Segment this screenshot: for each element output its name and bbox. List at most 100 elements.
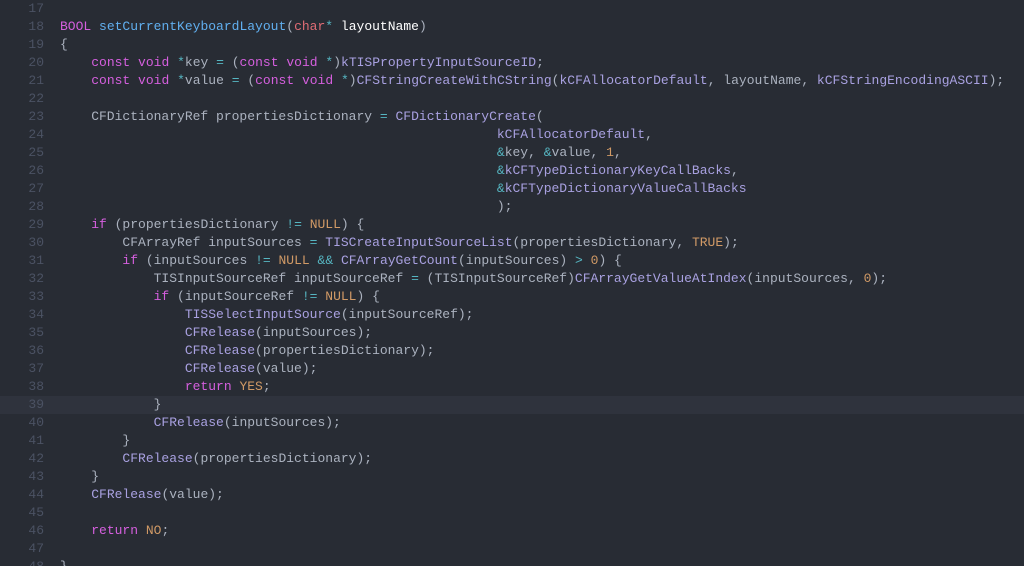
code-line[interactable]: 23 CFDictionaryRef propertiesDictionary … xyxy=(0,108,1024,126)
line-number: 20 xyxy=(0,54,60,72)
token-ident: (inputSources, xyxy=(747,271,864,286)
code-content[interactable]: return YES; xyxy=(60,378,1024,396)
code-line[interactable]: 45 xyxy=(0,504,1024,522)
code-content[interactable]: &kCFTypeDictionaryKeyCallBacks, xyxy=(60,162,1024,180)
code-content[interactable]: ); xyxy=(60,198,1024,216)
code-line[interactable]: 37 CFRelease(value); xyxy=(0,360,1024,378)
token-const: NULL xyxy=(325,289,356,304)
token-ident: (value); xyxy=(161,487,223,502)
token-const: NULL xyxy=(278,253,309,268)
code-line[interactable]: 35 CFRelease(inputSources); xyxy=(0,324,1024,342)
token-punc: } xyxy=(60,433,130,448)
code-content[interactable] xyxy=(60,504,1024,522)
code-content[interactable]: TISSelectInputSource(inputSourceRef); xyxy=(60,306,1024,324)
code-line[interactable]: 40 CFRelease(inputSources); xyxy=(0,414,1024,432)
token-macro: kTISPropertyInputSourceID xyxy=(341,55,536,70)
code-content[interactable]: TISInputSourceRef inputSourceRef = (TISI… xyxy=(60,270,1024,288)
token-punc: , xyxy=(731,163,739,178)
code-content[interactable]: &kCFTypeDictionaryValueCallBacks xyxy=(60,180,1024,198)
code-content[interactable]: if (inputSources != NULL && CFArrayGetCo… xyxy=(60,252,1024,270)
code-content[interactable]: } xyxy=(60,396,1024,414)
token-punc: } xyxy=(60,469,99,484)
token-call: CFRelease xyxy=(185,343,255,358)
token-func: setCurrentKeyboardLayout xyxy=(99,19,286,34)
code-line[interactable]: 36 CFRelease(propertiesDictionary); xyxy=(0,342,1024,360)
code-line[interactable]: 47 xyxy=(0,540,1024,558)
code-content[interactable]: BOOL setCurrentKeyboardLayout(char* layo… xyxy=(60,18,1024,36)
code-line[interactable]: 27 &kCFTypeDictionaryValueCallBacks xyxy=(0,180,1024,198)
code-line[interactable]: 24 kCFAllocatorDefault, xyxy=(0,126,1024,144)
code-content[interactable]: } xyxy=(60,468,1024,486)
code-content[interactable]: CFRelease(inputSources); xyxy=(60,414,1024,432)
token-param: char xyxy=(294,19,325,34)
code-line[interactable]: 26 &kCFTypeDictionaryKeyCallBacks, xyxy=(0,162,1024,180)
token-ident: (propertiesDictionary); xyxy=(255,343,434,358)
code-content[interactable]: CFRelease(inputSources); xyxy=(60,324,1024,342)
code-line[interactable]: 22 xyxy=(0,90,1024,108)
code-content[interactable]: CFRelease(value); xyxy=(60,360,1024,378)
code-content[interactable] xyxy=(60,540,1024,558)
code-content[interactable]: CFRelease(value); xyxy=(60,486,1024,504)
token-ident: (inputSources); xyxy=(255,325,372,340)
line-number: 24 xyxy=(0,126,60,144)
code-line[interactable]: 32 TISInputSourceRef inputSourceRef = (T… xyxy=(0,270,1024,288)
token-call: CFRelease xyxy=(154,415,224,430)
code-content[interactable]: const void *value = (const void *)CFStri… xyxy=(60,72,1024,90)
code-line[interactable]: 48} xyxy=(0,558,1024,566)
code-line[interactable]: 34 TISSelectInputSource(inputSourceRef); xyxy=(0,306,1024,324)
code-content[interactable]: &key, &value, 1, xyxy=(60,144,1024,162)
code-content[interactable] xyxy=(60,0,1024,18)
code-line[interactable]: 18BOOL setCurrentKeyboardLayout(char* la… xyxy=(0,18,1024,36)
code-line[interactable]: 19{ xyxy=(0,36,1024,54)
code-line[interactable]: 43 } xyxy=(0,468,1024,486)
code-line[interactable]: 31 if (inputSources != NULL && CFArrayGe… xyxy=(0,252,1024,270)
token-const: NO xyxy=(146,523,162,538)
code-line[interactable]: 21 const void *value = (const void *)CFS… xyxy=(0,72,1024,90)
code-content[interactable]: CFRelease(propertiesDictionary); xyxy=(60,450,1024,468)
code-line[interactable]: 39 } xyxy=(0,396,1024,414)
token-kw: return xyxy=(91,523,138,538)
code-line[interactable]: 38 return YES; xyxy=(0,378,1024,396)
token-punc: ( xyxy=(536,109,544,124)
code-content[interactable]: if (inputSourceRef != NULL) { xyxy=(60,288,1024,306)
token-op: * xyxy=(177,55,185,70)
code-line[interactable]: 46 return NO; xyxy=(0,522,1024,540)
code-content[interactable] xyxy=(60,90,1024,108)
token-punc: ); xyxy=(723,235,739,250)
line-number: 28 xyxy=(0,198,60,216)
code-content[interactable]: CFArrayRef inputSources = TISCreateInput… xyxy=(60,234,1024,252)
code-content[interactable]: const void *key = (const void *)kTISProp… xyxy=(60,54,1024,72)
code-line[interactable]: 30 CFArrayRef inputSources = TISCreateIn… xyxy=(0,234,1024,252)
code-line[interactable]: 28 ); xyxy=(0,198,1024,216)
token-ident: value xyxy=(185,73,232,88)
code-line[interactable]: 41 } xyxy=(0,432,1024,450)
code-content[interactable]: } xyxy=(60,432,1024,450)
code-content[interactable]: } xyxy=(60,558,1024,566)
code-line[interactable]: 17 xyxy=(0,0,1024,18)
code-line[interactable]: 44 CFRelease(value); xyxy=(0,486,1024,504)
code-line[interactable]: 20 const void *key = (const void *)kTISP… xyxy=(0,54,1024,72)
code-line[interactable]: 25 &key, &value, 1, xyxy=(0,144,1024,162)
token-call: CFArrayGetValueAtIndex xyxy=(575,271,747,286)
token-punc: ); xyxy=(871,271,887,286)
token-kw: if xyxy=(91,217,107,232)
code-content[interactable]: if (propertiesDictionary != NULL) { xyxy=(60,216,1024,234)
line-number: 46 xyxy=(0,522,60,540)
token-ident xyxy=(60,451,122,466)
token-ident xyxy=(60,289,154,304)
code-editor[interactable]: 1718BOOL setCurrentKeyboardLayout(char* … xyxy=(0,0,1024,566)
token-call: CFStringCreateWithCString xyxy=(357,73,552,88)
code-line[interactable]: 29 if (propertiesDictionary != NULL) { xyxy=(0,216,1024,234)
token-call: CFRelease xyxy=(122,451,192,466)
code-line[interactable]: 42 CFRelease(propertiesDictionary); xyxy=(0,450,1024,468)
code-content[interactable]: return NO; xyxy=(60,522,1024,540)
token-op: * xyxy=(341,73,349,88)
code-line[interactable]: 33 if (inputSourceRef != NULL) { xyxy=(0,288,1024,306)
token-punc: ; xyxy=(536,55,544,70)
code-content[interactable]: { xyxy=(60,36,1024,54)
code-content[interactable]: kCFAllocatorDefault, xyxy=(60,126,1024,144)
token-ident xyxy=(91,19,99,34)
token-call: CFRelease xyxy=(185,325,255,340)
code-content[interactable]: CFDictionaryRef propertiesDictionary = C… xyxy=(60,108,1024,126)
code-content[interactable]: CFRelease(propertiesDictionary); xyxy=(60,342,1024,360)
